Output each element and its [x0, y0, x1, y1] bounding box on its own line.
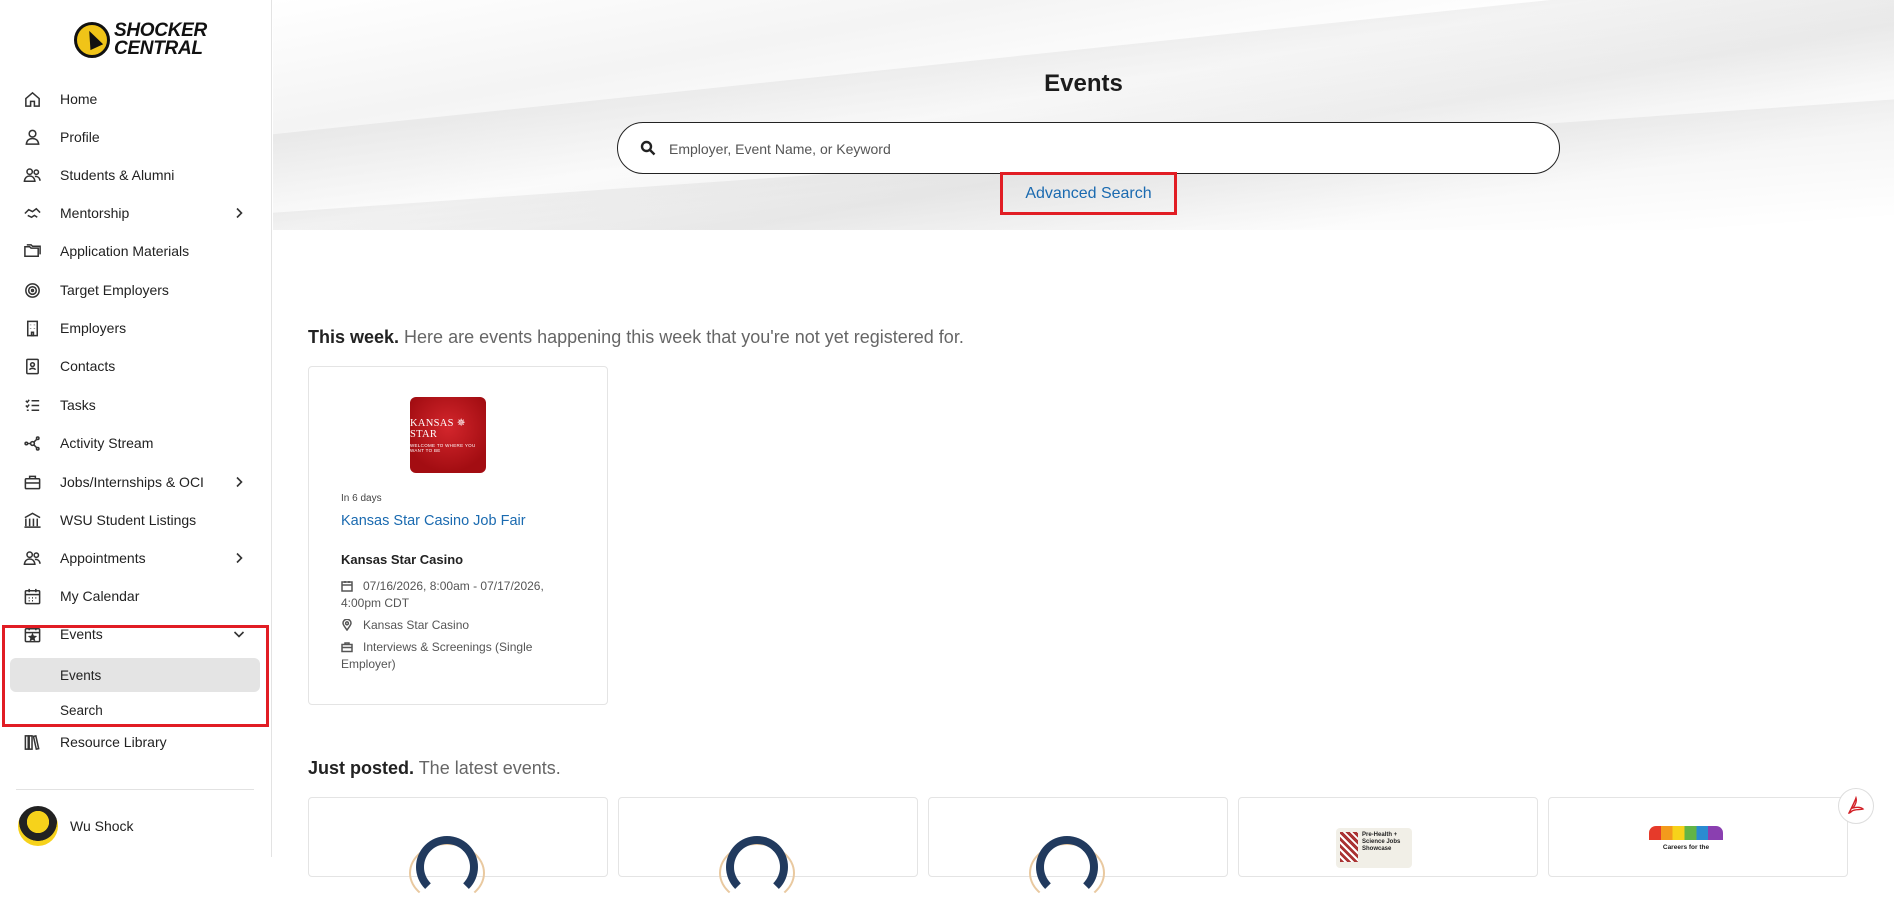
sidebar-item-resource-library[interactable]: Resource Library	[0, 723, 272, 761]
sidebar-item-label: Employers	[60, 320, 127, 336]
sidebar-item-label: Contacts	[60, 358, 116, 374]
chevron-right-icon[interactable]	[232, 475, 246, 489]
posted-event-card[interactable]: Pre-Health + Science Jobs Showcase	[1238, 797, 1538, 877]
logo-text: SHOCKER CENTRAL	[114, 20, 207, 59]
chevron-right-icon[interactable]	[232, 551, 246, 565]
sidebar-item-label: Students & Alumni	[60, 167, 175, 183]
people-icon	[22, 548, 42, 568]
sidebar-item-label: Home	[60, 91, 98, 107]
just-posted-heading: Just posted. The latest events.	[308, 758, 561, 778]
page-title: Events	[1044, 70, 1123, 97]
handshake-icon	[22, 203, 42, 223]
gear-logo-icon	[726, 836, 788, 898]
briefcase-icon	[22, 472, 42, 492]
logo-mark-icon	[74, 22, 110, 58]
event-thumbnail: Careers for the	[1647, 826, 1725, 866]
avatar	[18, 806, 58, 846]
event-dates: 07/16/2026, 8:00am - 07/17/2026, 4:00pm …	[341, 579, 544, 610]
main-content: Events Advanced Search This week. Here a…	[273, 0, 1894, 903]
sidebar-item-label: Jobs/Internships & OCI	[60, 474, 204, 490]
sidebar-item-appointments[interactable]: Appointments	[0, 539, 272, 577]
sidebar-item-students-alumni[interactable]: Students & Alumni	[0, 156, 272, 194]
posted-event-card[interactable]	[308, 797, 608, 903]
sidebar-subitem-label: Search	[60, 702, 103, 718]
sidebar-item-label: My Calendar	[60, 588, 140, 604]
sidebar-item-employers[interactable]: Employers	[0, 309, 272, 347]
sidebar-item-home[interactable]: Home	[0, 80, 272, 118]
posted-event-card[interactable]	[618, 797, 918, 903]
user-name: Wu Shock	[70, 818, 134, 834]
contact-book-icon	[22, 356, 42, 376]
location-pin-icon	[341, 618, 353, 632]
chevron-right-icon[interactable]	[232, 206, 246, 220]
institution-icon	[22, 510, 42, 530]
sidebar-item-label: WSU Student Listings	[60, 512, 197, 528]
event-thumbnail: Pre-Health + Science Jobs Showcase	[1336, 828, 1412, 868]
sidebar-subitem-search[interactable]: Search	[10, 693, 260, 727]
pdf-icon[interactable]	[1838, 788, 1874, 824]
sidebar-item-application-materials[interactable]: Application Materials	[0, 232, 272, 270]
sidebar-item-contacts[interactable]: Contacts	[0, 347, 272, 385]
sidebar-item-wsu-student-listings[interactable]: WSU Student Listings	[0, 501, 272, 539]
sidebar-item-label: Profile	[60, 129, 100, 145]
folders-icon	[22, 241, 42, 261]
sidebar-item-label: Application Materials	[60, 243, 190, 259]
sidebar-item-profile[interactable]: Profile	[0, 118, 272, 156]
sidebar-item-label: Resource Library	[60, 734, 167, 750]
posted-event-card[interactable]: Careers for the	[1548, 797, 1848, 877]
home-icon	[22, 89, 42, 109]
event-employer: Kansas Star Casino	[341, 552, 464, 567]
sidebar-item-my-calendar[interactable]: My Calendar	[0, 577, 272, 615]
event-type: Interviews & Screenings (Single Employer…	[341, 640, 533, 671]
sidebar-item-label: Mentorship	[60, 205, 130, 221]
advanced-search-box[interactable]: Advanced Search	[1000, 172, 1177, 215]
search-input[interactable]	[669, 137, 1529, 161]
this-week-heading: This week. Here are events happening thi…	[308, 327, 964, 347]
sidebar-item-mentorship[interactable]: Mentorship	[0, 194, 272, 232]
sidebar-item-label: Activity Stream	[60, 435, 154, 451]
person-icon	[22, 127, 42, 147]
gear-logo-icon	[416, 836, 478, 898]
user-menu[interactable]: Wu Shock	[18, 804, 258, 848]
sidebar: SHOCKER CENTRAL Home Profile Students & Al…	[0, 0, 272, 857]
target-icon	[22, 280, 42, 300]
event-relative-date: In 6 days	[341, 493, 382, 504]
event-card[interactable]: KANSAS ✵ STAR WELCOME TO WHERE YOU WANT …	[308, 366, 608, 705]
posted-event-card[interactable]	[928, 797, 1228, 903]
sidebar-item-tasks[interactable]: Tasks	[0, 386, 272, 424]
checklist-icon	[22, 395, 42, 415]
sidebar-item-activity-stream[interactable]: Activity Stream	[0, 424, 272, 462]
event-title-link[interactable]: Kansas Star Casino Job Fair	[341, 513, 526, 529]
advanced-search-link[interactable]: Advanced Search	[1025, 185, 1151, 203]
calendar-icon	[22, 586, 42, 606]
event-location: Kansas Star Casino	[341, 617, 571, 634]
building-icon	[22, 318, 42, 338]
search-icon	[640, 140, 656, 156]
sidebar-item-target-employers[interactable]: Target Employers	[0, 271, 272, 309]
network-icon	[22, 433, 42, 453]
shocker-central-logo[interactable]: SHOCKER CENTRAL	[74, 18, 207, 62]
books-icon	[22, 732, 42, 752]
sidebar-item-label: Tasks	[60, 397, 96, 413]
sidebar-subitem-events[interactable]: Events	[10, 658, 260, 692]
event-logo-image: KANSAS ✵ STAR WELCOME TO WHERE YOU WANT …	[410, 397, 486, 473]
sidebar-item-jobs-internships-oci[interactable]: Jobs/Internships & OCI	[0, 463, 272, 501]
sidebar-divider	[16, 789, 254, 790]
people-icon	[22, 165, 42, 185]
search-bar	[617, 122, 1560, 174]
sidebar-item-label: Appointments	[60, 550, 146, 566]
gear-logo-icon	[1036, 836, 1098, 898]
sidebar-item-label: Target Employers	[60, 282, 169, 298]
sidebar-subitem-label: Events	[60, 667, 102, 683]
